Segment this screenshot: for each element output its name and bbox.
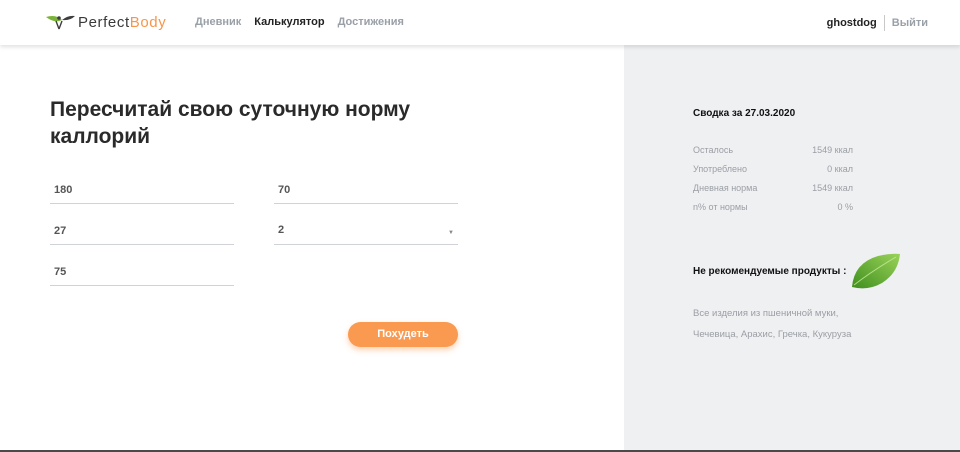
activity-select-value[interactable]: 2 [274, 221, 458, 239]
stat-label: Осталось [693, 145, 734, 155]
stat-row: n% от нормы 0 % [693, 202, 853, 221]
logo-icon [46, 15, 75, 30]
logo-text: PerfectBody [78, 13, 167, 31]
not-recommended-list: Все изделия из пшеничной муки, Чечевица,… [693, 303, 893, 345]
nav-item-diary[interactable]: Дневник [195, 16, 241, 28]
main-nav: Дневник Калькулятор Достижения [195, 16, 404, 28]
top-header: PerfectBody Дневник Калькулятор Достижен… [0, 0, 960, 45]
leaf-icon [852, 253, 900, 289]
stat-row: Дневная норма 1549 ккал [693, 183, 853, 202]
weight-input[interactable] [274, 181, 458, 199]
stat-row: Употреблено 0 ккал [693, 164, 853, 183]
summary-panel: Сводка за 27.03.2020 Осталось 1549 ккал … [624, 45, 960, 450]
target-weight-field[interactable] [50, 262, 234, 286]
stat-row: Осталось 1549 ккал [693, 145, 853, 164]
activity-select[interactable]: 2 ▼ [274, 221, 458, 245]
weight-field[interactable] [274, 180, 458, 204]
list-item: Все изделия из пшеничной муки, [693, 308, 839, 319]
summary-stats: Осталось 1549 ккал Употреблено 0 ккал Дн… [693, 145, 853, 221]
stat-label: n% от нормы [693, 202, 748, 212]
height-field[interactable] [50, 180, 234, 204]
stat-value: 0 % [837, 202, 853, 212]
not-recommended-title: Не рекомендуемые продукты : [693, 266, 847, 277]
list-item: Чечевица, Арахис, Гречка, Кукуруза [693, 329, 852, 340]
stat-value: 1549 ккал [812, 145, 853, 155]
chevron-down-icon[interactable]: ▼ [448, 230, 454, 236]
stat-label: Употреблено [693, 164, 748, 174]
page-title: Пересчитай свою суточную норму каллорий [50, 98, 411, 148]
age-input[interactable] [50, 222, 234, 240]
summary-title: Сводка за 27.03.2020 [693, 108, 796, 119]
nav-item-achievements[interactable]: Достижения [338, 16, 404, 28]
logout-link[interactable]: Выйти [892, 17, 928, 29]
target-weight-input[interactable] [50, 263, 234, 281]
logo[interactable]: PerfectBody [44, 12, 166, 32]
stat-value: 0 ккал [827, 164, 853, 174]
user-area: ghostdog Выйти [827, 15, 928, 31]
stat-value: 1549 ккал [812, 183, 853, 193]
age-field[interactable] [50, 221, 234, 245]
height-input[interactable] [50, 181, 234, 199]
nav-item-calculator[interactable]: Калькулятор [254, 16, 324, 28]
stat-label: Дневная норма [693, 183, 758, 193]
username[interactable]: ghostdog [827, 17, 877, 29]
header-divider [883, 15, 885, 31]
submit-button[interactable]: Похудеть [348, 322, 458, 347]
